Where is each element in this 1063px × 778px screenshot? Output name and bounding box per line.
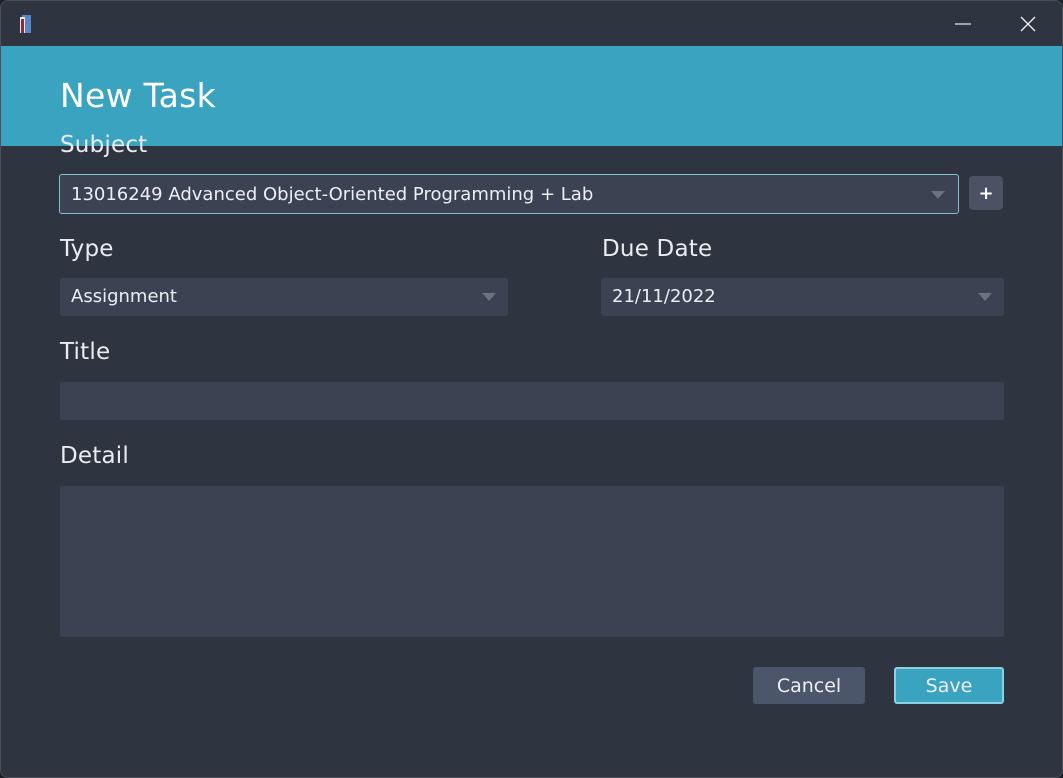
due-date-value: 21/11/2022 <box>612 286 716 307</box>
subject-value: 13016249 Advanced Object-Oriented Progra… <box>71 184 594 205</box>
chevron-down-icon <box>931 191 945 199</box>
add-subject-button[interactable]: + <box>969 176 1003 210</box>
due-date-dropdown[interactable]: 21/11/2022 <box>601 278 1004 316</box>
chevron-down-icon <box>482 293 496 301</box>
due-date-label: Due Date <box>602 236 713 262</box>
type-label: Type <box>60 236 114 262</box>
subject-dropdown[interactable]: 13016249 Advanced Object-Oriented Progra… <box>59 174 959 214</box>
minimize-icon <box>955 23 971 25</box>
title-bar <box>1 1 1062 46</box>
cancel-button[interactable]: Cancel <box>753 667 865 704</box>
title-field[interactable] <box>60 382 1004 420</box>
subject-label: Subject <box>60 132 148 158</box>
book-icon <box>19 13 33 35</box>
detail-label: Detail <box>60 443 129 469</box>
close-icon <box>1020 16 1036 32</box>
close-button[interactable] <box>1006 7 1050 41</box>
chevron-down-icon <box>978 293 992 301</box>
detail-field[interactable] <box>60 486 1004 637</box>
type-value: Assignment <box>71 286 177 307</box>
save-button[interactable]: Save <box>894 667 1004 704</box>
header-banner: New Task <box>1 46 1062 146</box>
title-label: Title <box>60 339 111 365</box>
type-dropdown[interactable]: Assignment <box>60 278 508 316</box>
new-task-window: New Task Subject 13016249 Advanced Objec… <box>0 0 1063 778</box>
page-title: New Task <box>60 76 217 115</box>
minimize-button[interactable] <box>941 7 985 41</box>
